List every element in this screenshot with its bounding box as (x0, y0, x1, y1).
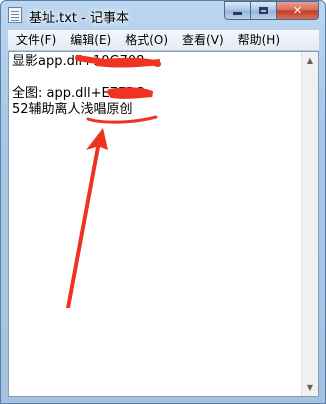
scroll-down-icon[interactable]: ▼ (302, 379, 318, 396)
menu-help[interactable]: 帮助(H) (232, 30, 286, 50)
menu-view[interactable]: 查看(V) (176, 30, 230, 50)
maximize-icon (259, 7, 268, 14)
menu-file[interactable]: 文件(F) (10, 30, 62, 50)
window-bottom-border (1, 397, 325, 403)
text-editor[interactable]: 显影app.dll+10G708 全图: app.dll+E7EBC 52辅助离… (8, 51, 319, 397)
caption-buttons: ✕ (224, 1, 319, 20)
title-bar[interactable]: 基址.txt - 记事本 ✕ (1, 1, 325, 29)
text-line-3: 全图: app.dll+E7EBC (12, 86, 144, 101)
text-line-1: 显影app.dll+10G708 (12, 54, 145, 69)
menu-bar: 文件(F) 编辑(E) 格式(O) 查看(V) 帮助(H) (8, 30, 319, 51)
menu-format[interactable]: 格式(O) (119, 30, 174, 50)
minimize-button[interactable] (224, 1, 250, 20)
window-title: 基址.txt - 记事本 (29, 11, 129, 26)
menu-edit[interactable]: 编辑(E) (64, 30, 117, 50)
notepad-icon (8, 7, 22, 23)
maximize-button[interactable] (250, 1, 276, 20)
close-icon: ✕ (292, 4, 303, 17)
scroll-up-icon[interactable]: ▲ (302, 52, 318, 69)
text-line-4: 52辅助离人浅唱原创 (12, 102, 133, 117)
vertical-scrollbar[interactable]: ▲ ▼ (301, 52, 318, 396)
minimize-icon (233, 12, 242, 15)
text-line-2 (12, 70, 300, 86)
notepad-window: 基址.txt - 记事本 ✕ 文件(F) 编辑(E) 格式(O) 查看(V) 帮… (0, 0, 326, 404)
close-button[interactable]: ✕ (276, 1, 319, 20)
text-content[interactable]: 显影app.dll+10G708 全图: app.dll+E7EBC 52辅助离… (12, 54, 300, 394)
